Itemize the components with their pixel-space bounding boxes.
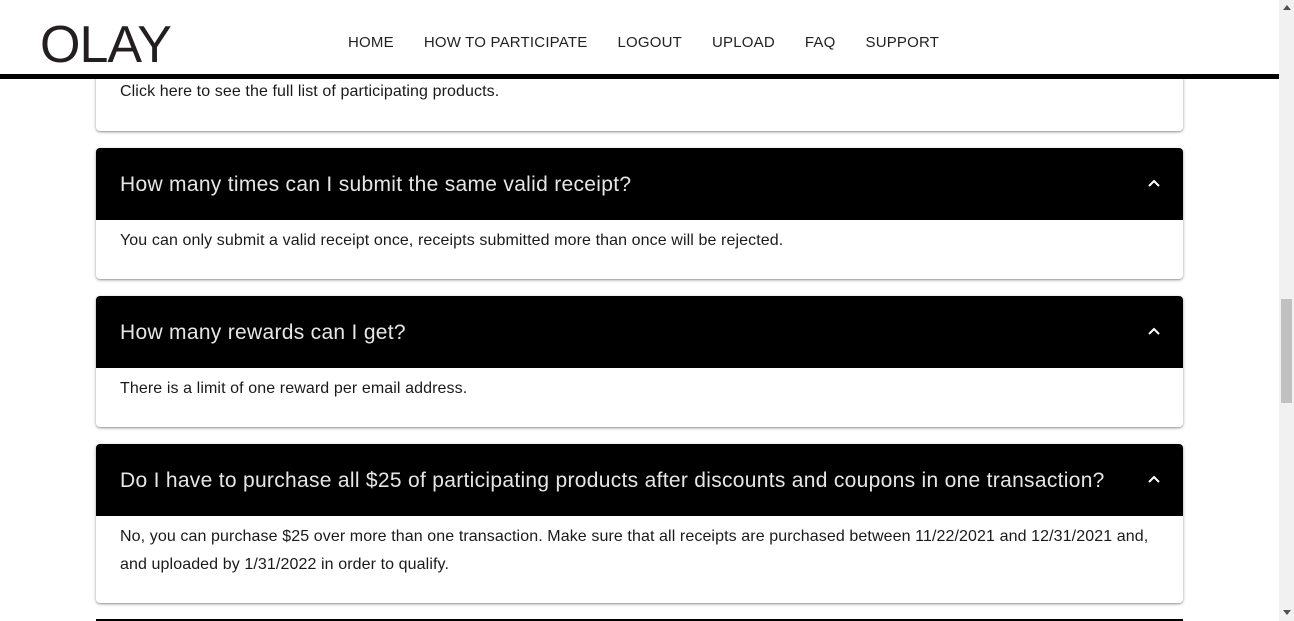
faq-item: Do I have to purchase all $25 of partici… (96, 444, 1183, 603)
page-viewport: Click here to see the full list of parti… (0, 0, 1279, 621)
faq-question-toggle[interactable]: How many rewards can I get? (96, 296, 1183, 368)
nav-home[interactable]: HOME (348, 33, 394, 53)
chevron-up-icon (1148, 475, 1160, 483)
faq-answer: You can only submit a valid receipt once… (120, 232, 784, 249)
faq-question-text: How many times can I submit the same val… (120, 173, 632, 196)
scrollbar-thumb[interactable] (1281, 299, 1292, 403)
nav-upload[interactable]: UPLOAD (712, 33, 775, 53)
faq-item: How many rewards can I get? There is a l… (96, 296, 1183, 427)
nav-how-to-participate[interactable]: HOW TO PARTICIPATE (424, 33, 588, 53)
faq-question-toggle[interactable]: Do I have to purchase all $25 of partici… (96, 444, 1183, 516)
faq-question-text: How many rewards can I get? (120, 321, 406, 344)
faq-question-text: Do I have to purchase all $25 of partici… (120, 469, 1105, 492)
participating-products-link[interactable]: Click here to see the full list of parti… (120, 83, 499, 100)
olay-logo[interactable]: OLAY (40, 16, 172, 74)
faq-answer: No, you can purchase $25 over more than … (120, 528, 1149, 573)
faq-answer: There is a limit of one reward per email… (120, 380, 468, 397)
faq-question-toggle[interactable]: How many times can I submit the same val… (96, 148, 1183, 220)
site-header: OLAY HOME HOW TO PARTICIPATE LOGOUT UPLO… (0, 0, 1279, 74)
chevron-up-icon (1148, 179, 1160, 187)
main-nav: HOME HOW TO PARTICIPATE LOGOUT UPLOAD FA… (348, 33, 939, 53)
header-divider (0, 74, 1279, 79)
nav-logout[interactable]: LOGOUT (617, 33, 682, 53)
vertical-scrollbar[interactable] (1279, 0, 1294, 621)
nav-faq[interactable]: FAQ (805, 33, 836, 53)
scroll-up-arrow-icon[interactable] (1283, 5, 1291, 10)
faq-item: How many times can I submit the same val… (96, 148, 1183, 279)
scroll-down-arrow-icon[interactable] (1283, 610, 1291, 615)
nav-support[interactable]: SUPPORT (865, 33, 939, 53)
chevron-up-icon (1148, 327, 1160, 335)
